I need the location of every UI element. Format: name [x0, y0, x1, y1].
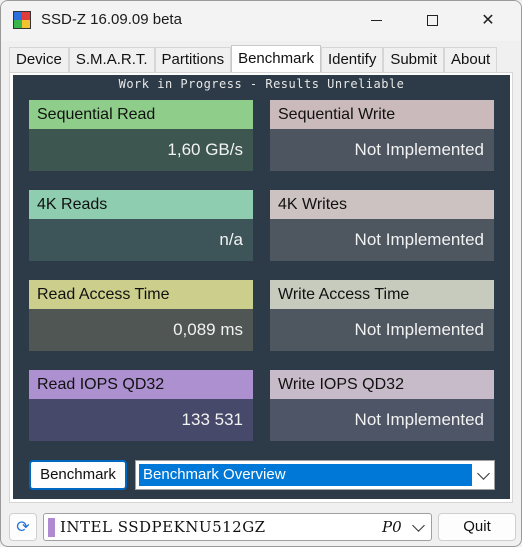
- card-label: 4K Writes: [270, 190, 494, 219]
- app-logo-icon: [13, 11, 31, 29]
- refresh-button[interactable]: ⟳: [9, 513, 37, 541]
- drive-port: P0: [382, 518, 402, 536]
- chevron-down-icon: [477, 467, 490, 480]
- card-label: Read IOPS QD32: [29, 370, 253, 399]
- title-bar[interactable]: SSD-Z 16.09.09 beta ✕: [1, 1, 521, 41]
- tab-about[interactable]: About: [444, 47, 498, 73]
- tab-partitions[interactable]: Partitions: [154, 47, 232, 73]
- card-label: Sequential Read: [29, 100, 253, 129]
- drive-name: INTEL SSDPEKNU512GZ: [60, 518, 266, 536]
- app-window: SSD-Z 16.09.09 beta ✕ Device S.M.A.R.T. …: [0, 0, 522, 547]
- card-sequential-read: Sequential Read 1,60 GB/s: [29, 100, 253, 171]
- card-value: 133 531: [29, 399, 253, 441]
- chevron-down-icon: [412, 519, 425, 532]
- quit-button[interactable]: Quit: [438, 513, 516, 541]
- card-value: 1,60 GB/s: [29, 129, 253, 171]
- benchmark-panel: Work in Progress - Results Unreliable Se…: [13, 75, 510, 499]
- card-read-iops: Read IOPS QD32 133 531: [29, 370, 253, 441]
- card-label: Write IOPS QD32: [270, 370, 494, 399]
- card-value: Not Implemented: [270, 399, 494, 441]
- minimize-icon: [370, 19, 382, 21]
- benchmark-button[interactable]: Benchmark: [29, 460, 127, 490]
- drive-color-swatch: [48, 518, 55, 537]
- tab-benchmark[interactable]: Benchmark: [231, 45, 321, 73]
- card-write-access-time: Write Access Time Not Implemented: [270, 280, 494, 351]
- maximize-icon: [426, 14, 438, 26]
- card-write-iops: Write IOPS QD32 Not Implemented: [270, 370, 494, 441]
- card-value: Not Implemented: [270, 219, 494, 261]
- card-label: 4K Reads: [29, 190, 253, 219]
- tab-smart[interactable]: S.M.A.R.T.: [68, 47, 155, 73]
- minimize-button[interactable]: [353, 1, 399, 39]
- tab-identify[interactable]: Identify: [320, 47, 384, 73]
- card-4k-writes: 4K Writes Not Implemented: [270, 190, 494, 261]
- card-value: n/a: [29, 219, 253, 261]
- close-icon: ✕: [481, 12, 495, 29]
- card-label: Sequential Write: [270, 100, 494, 129]
- card-label: Write Access Time: [270, 280, 494, 309]
- benchmark-mode-select[interactable]: Benchmark Overview: [135, 460, 495, 490]
- refresh-icon: ⟳: [16, 519, 30, 536]
- card-read-access-time: Read Access Time 0,089 ms: [29, 280, 253, 351]
- close-button[interactable]: ✕: [465, 1, 511, 39]
- card-value: Not Implemented: [270, 129, 494, 171]
- card-value: Not Implemented: [270, 309, 494, 351]
- maximize-button[interactable]: [409, 1, 455, 39]
- card-value: 0,089 ms: [29, 309, 253, 351]
- card-4k-reads: 4K Reads n/a: [29, 190, 253, 261]
- card-sequential-write: Sequential Write Not Implemented: [270, 100, 494, 171]
- card-label: Read Access Time: [29, 280, 253, 309]
- window-title: SSD-Z 16.09.09 beta: [41, 11, 182, 28]
- tab-device[interactable]: Device: [9, 47, 69, 73]
- warning-banner: Work in Progress - Results Unreliable: [118, 77, 405, 91]
- tab-submit[interactable]: Submit: [383, 47, 445, 73]
- drive-select[interactable]: INTEL SSDPEKNU512GZ P0: [43, 513, 432, 541]
- benchmark-mode-value: Benchmark Overview: [138, 463, 473, 487]
- tab-strip: Device S.M.A.R.T. Partitions Benchmark I…: [9, 45, 498, 73]
